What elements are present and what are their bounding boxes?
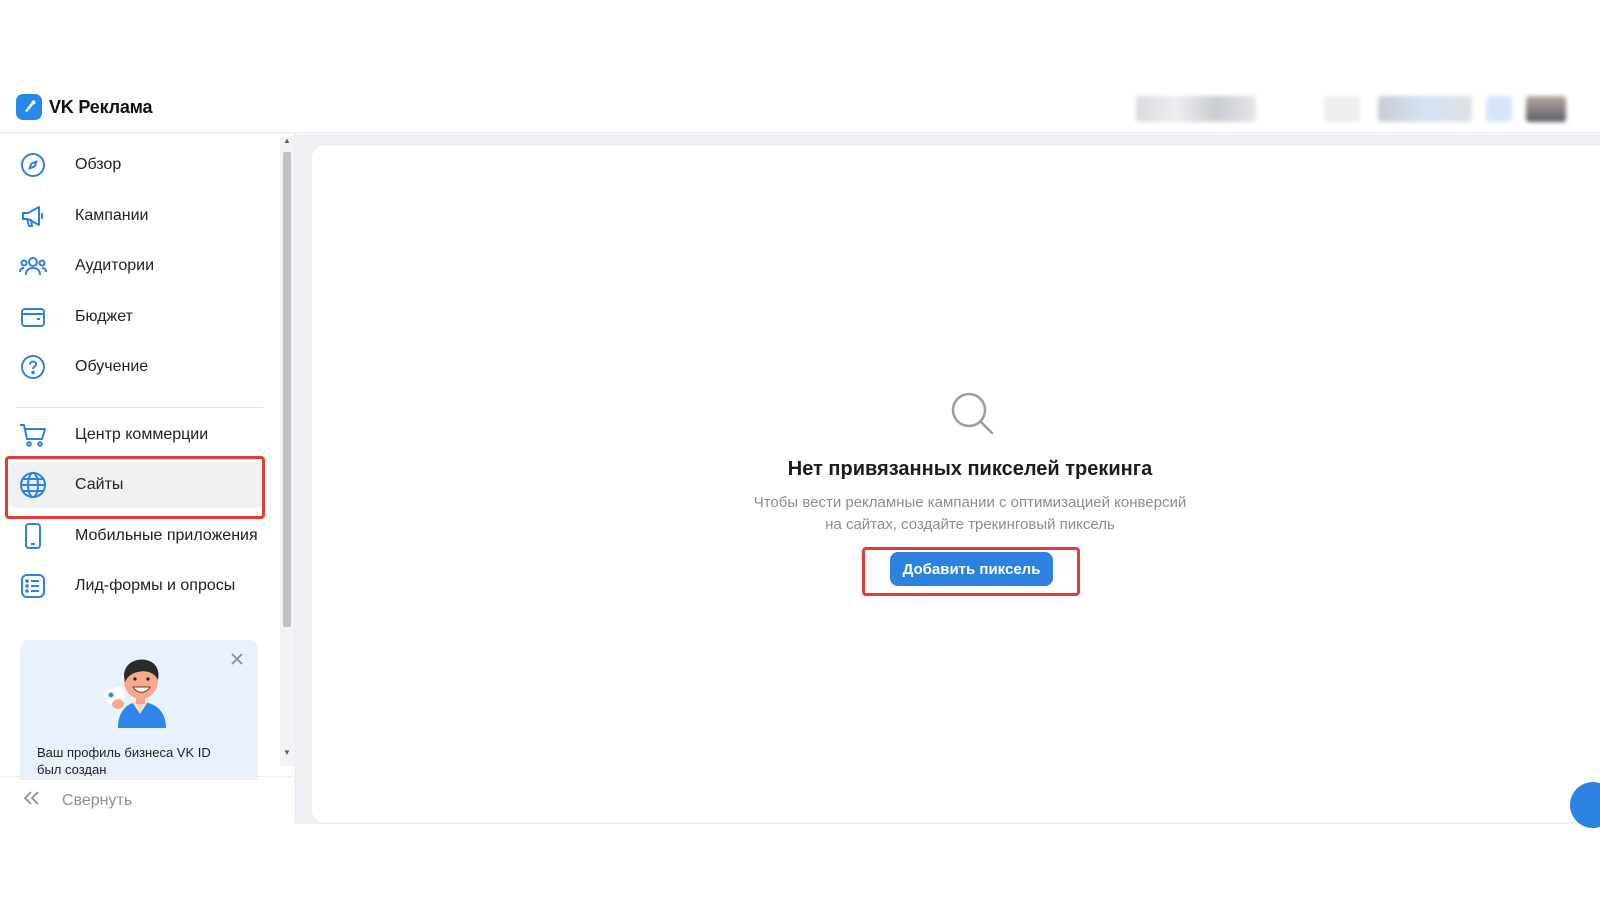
sidebar-item-overview[interactable]: Обзор — [8, 142, 264, 188]
sidebar-item-label: Кампании — [75, 207, 149, 224]
cart-icon — [18, 420, 48, 450]
megaphone-icon — [18, 201, 48, 231]
vk-id-promo-card: Ваш профиль бизнеса VK ID был создан — [20, 640, 258, 780]
scroll-up-arrow-icon[interactable]: ▲ — [282, 136, 292, 146]
sidebar-item-label: Обучение — [75, 358, 149, 375]
collapse-sidebar-button[interactable]: Свернуть — [0, 776, 292, 824]
scroll-down-arrow-icon[interactable]: ▼ — [282, 748, 292, 758]
sites-highlight-frame — [5, 456, 265, 519]
sidebar-item-learning[interactable]: Обучение — [8, 344, 264, 390]
double-chevron-left-icon — [22, 790, 40, 811]
account-id-blurred — [1324, 96, 1360, 122]
sidebar-divider — [16, 407, 263, 408]
description-line: Чтобы вести рекламные кампании с оптимиз… — [753, 494, 1187, 511]
sidebar-item-label: Аудитории — [75, 257, 155, 274]
sidebar-item-commerce-center[interactable]: Центр коммерции — [8, 412, 264, 458]
sidebar: Обзор Кампании Аудитории Бюджет Обучение… — [0, 134, 294, 824]
account-info-blurred — [1136, 96, 1256, 122]
person-illustration — [105, 659, 166, 728]
empty-state-card — [312, 146, 1600, 822]
app-window: VK Реклама Обзор Кампании Аудитории Бюдж… — [0, 0, 1600, 900]
compass-icon — [18, 150, 48, 180]
sidebar-item-audiences[interactable]: Аудитории — [8, 243, 264, 289]
description-line: на сайтах, создайте трекинговый пиксель — [825, 516, 1115, 533]
app-logo[interactable]: VK Реклама — [16, 94, 153, 120]
vk-ads-logo-icon — [16, 94, 42, 120]
sidebar-item-label: Мобильные приложения — [75, 527, 258, 544]
sidebar-item-label: Бюджет — [75, 308, 133, 325]
sidebar-item-label: Центр коммерции — [75, 426, 209, 443]
promo-text: Ваш профиль бизнеса VK ID был создан — [37, 745, 211, 777]
empty-state-title: Нет привязанных пикселей трекинга — [787, 458, 1153, 480]
app-title: VK Реклама — [49, 96, 153, 117]
sidebar-scrollbar-thumb[interactable] — [283, 152, 291, 627]
help-circle-icon — [18, 352, 48, 382]
close-icon[interactable] — [230, 652, 244, 666]
balance-blurred — [1378, 96, 1472, 122]
wallet-icon — [18, 302, 48, 332]
sidebar-item-lead-forms[interactable]: Лид-формы и опросы — [8, 563, 264, 609]
search-icon — [951, 392, 994, 435]
notifications-blurred[interactable] — [1486, 96, 1512, 122]
sidebar-item-budget[interactable]: Бюджет — [8, 294, 264, 340]
add-pixel-highlight-frame — [862, 547, 1080, 596]
sidebar-item-mobile-apps[interactable]: Мобильные приложения — [8, 513, 264, 559]
sidebar-item-label: Лид-формы и опросы — [75, 577, 236, 594]
empty-state-description: Чтобы вести рекламные кампании с оптимиз… — [700, 492, 1240, 536]
top-header: VK Реклама — [0, 86, 1600, 133]
list-icon — [18, 571, 48, 601]
smartphone-icon — [18, 521, 48, 551]
sidebar-item-campaigns[interactable]: Кампании — [8, 193, 264, 239]
sidebar-item-label: Обзор — [75, 156, 122, 173]
avatar[interactable] — [1526, 96, 1566, 122]
users-icon — [18, 251, 48, 281]
collapse-label: Свернуть — [62, 791, 133, 809]
